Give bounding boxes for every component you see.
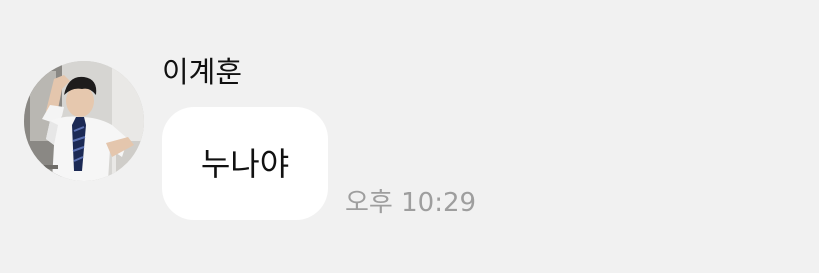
sender-name: 이계훈 (162, 55, 243, 89)
avatar[interactable] (24, 61, 144, 181)
profile-photo (24, 61, 144, 181)
message-timestamp: 오후 10:29 (345, 188, 477, 218)
message-text: 누나야 (200, 144, 290, 183)
chat-message-row: 이계훈 누나야 오후 10:29 (0, 0, 819, 273)
message-bubble[interactable]: 누나야 (162, 107, 328, 220)
